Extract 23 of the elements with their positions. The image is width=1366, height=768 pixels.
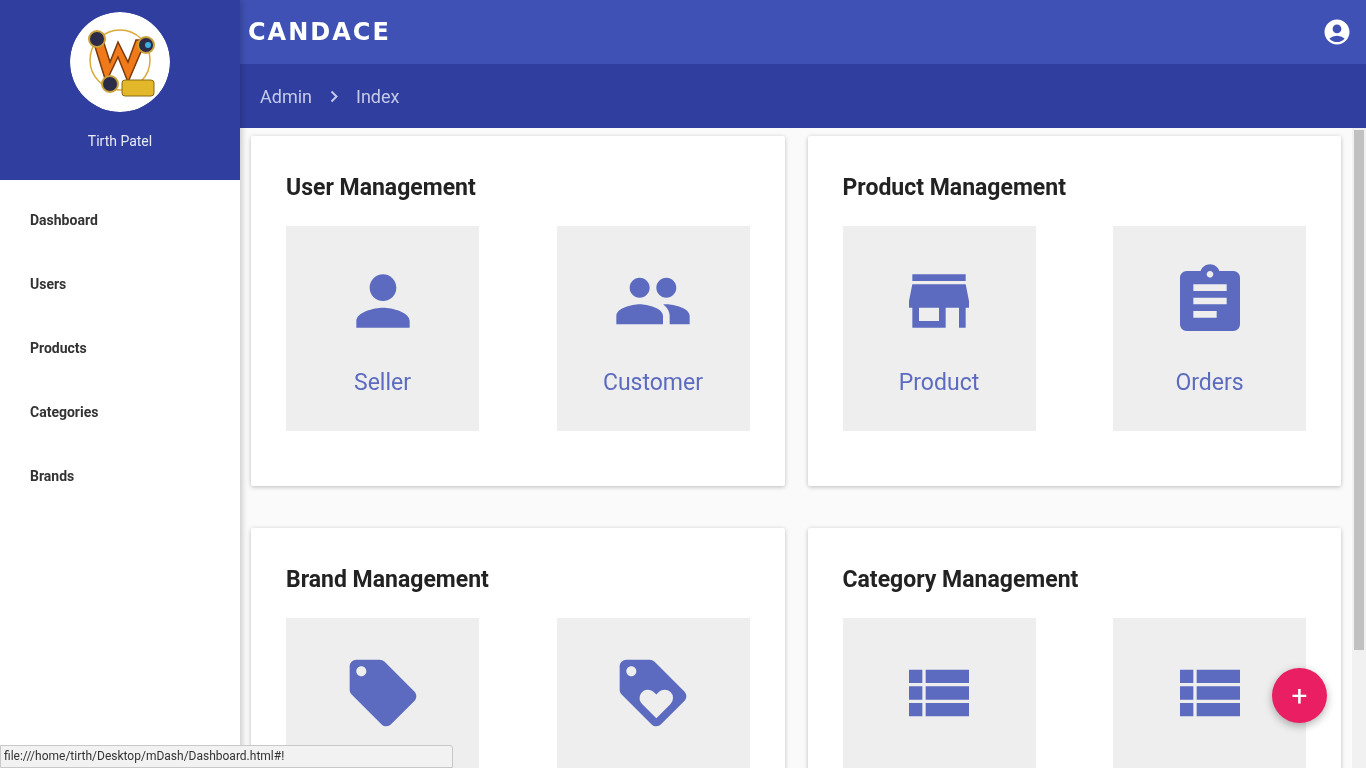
management-tile[interactable] [1113,618,1306,768]
sidebar-item[interactable]: Dashboard [0,188,240,252]
card-title: Category Management [842,566,1080,594]
status-url: file:///home/tirth/Desktop/mDash/Dashboard.html#! [0,745,453,768]
breadcrumb-link[interactable]: Admin [260,82,312,110]
card-title: Brand Management [286,566,490,594]
sidebar-item[interactable]: Users [0,252,240,316]
chevron-icon [330,89,338,103]
sidebar-item[interactable]: Products [0,316,240,380]
management-tile[interactable] [842,618,1036,768]
user-name: Tirth Patel [87,132,153,151]
app-logo: CANDACE [248,17,391,48]
card-title: Product Management [842,174,1067,202]
management-tile[interactable]: Seller [286,226,479,431]
management-tile[interactable]: Customer [556,226,750,431]
breadcrumb-link[interactable]: Index [356,82,400,110]
card-title: User Management [286,174,477,202]
management-tile[interactable]: Product [842,226,1036,431]
account-icon[interactable] [1322,17,1352,47]
management-tile[interactable]: Orders [1113,226,1306,431]
sidebar-item[interactable]: Categories [0,380,240,444]
sidebar-item[interactable]: Brands [0,444,240,508]
management-tile[interactable] [556,618,750,768]
